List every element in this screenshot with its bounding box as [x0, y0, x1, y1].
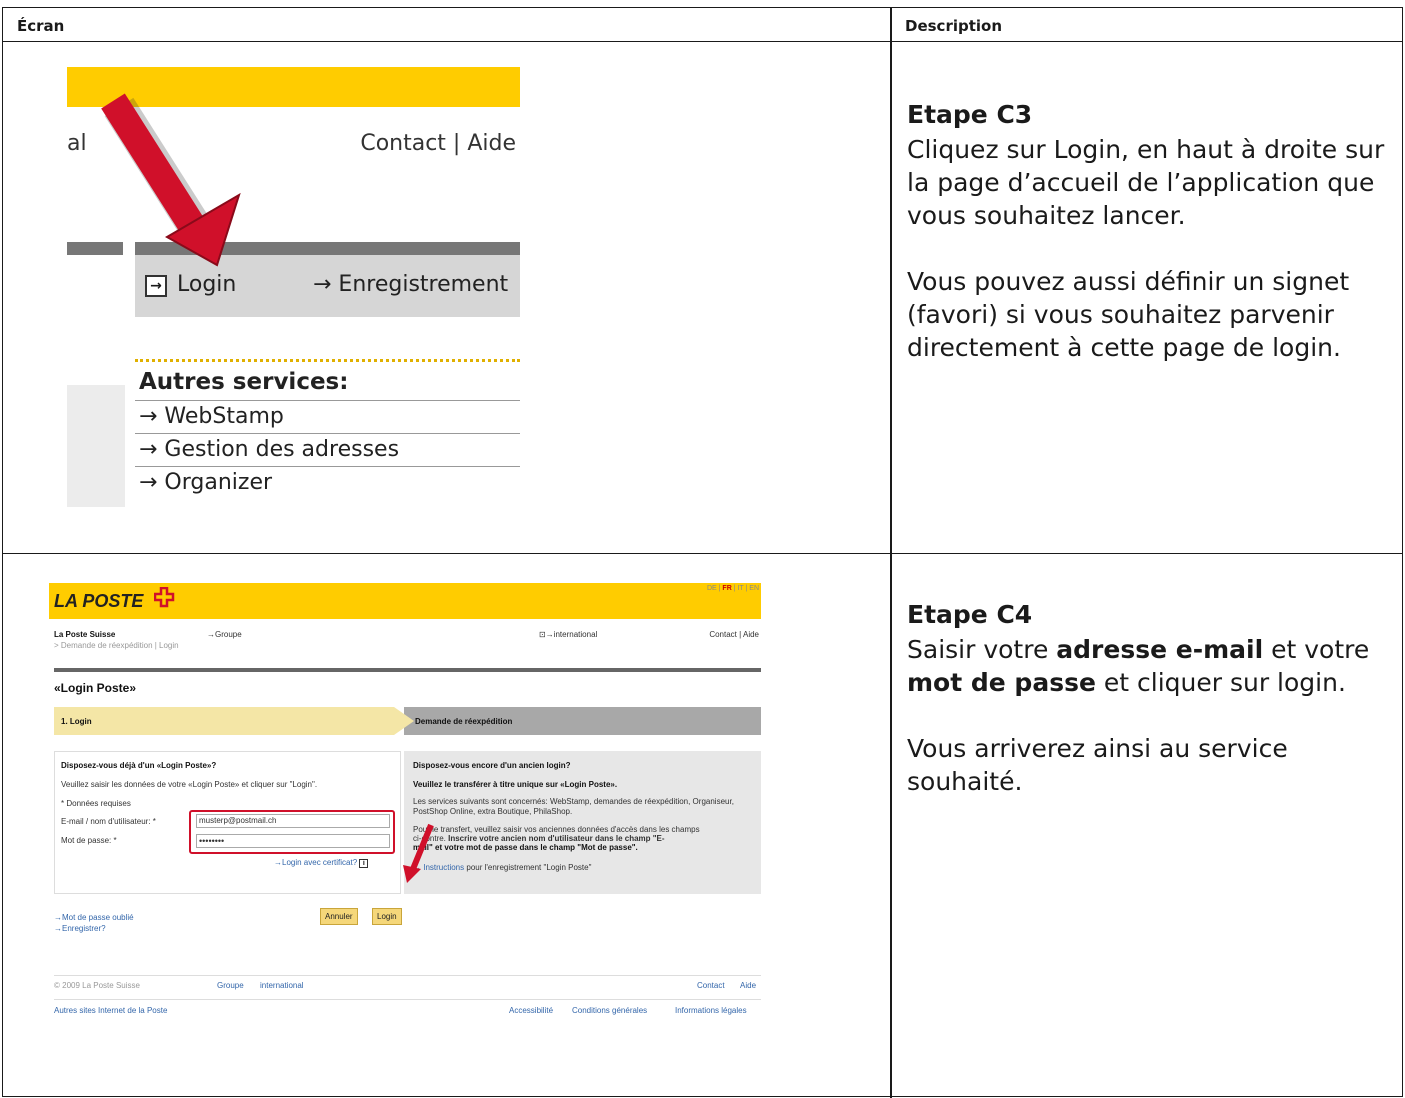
- info-icon[interactable]: i: [359, 859, 369, 868]
- language-switcher[interactable]: DE | FR | IT | EN: [707, 585, 759, 592]
- contact-help-links[interactable]: Contact | Aide: [709, 630, 759, 639]
- la-poste-logo: LA POSTE: [54, 591, 144, 611]
- footer-international-link[interactable]: international: [260, 981, 304, 990]
- step-c4-title: Etape C4: [907, 600, 1033, 629]
- footer-divider: [54, 999, 761, 1000]
- step-c3-row: al Contact | Aide → Login → Enregistreme…: [3, 42, 1402, 554]
- required-note: * Données requises: [61, 799, 131, 808]
- step-c3-description: Etape C3 Cliquez sur Login, en haut à dr…: [907, 98, 1397, 397]
- breadcrumb: > Demande de réexpédition | Login: [54, 641, 179, 650]
- footer-help-link[interactable]: Aide: [740, 981, 756, 990]
- password-field[interactable]: ••••••••: [196, 834, 390, 848]
- step-chevron: [394, 707, 414, 735]
- step-c3-text-1: Cliquez sur Login, en haut à droite sur …: [907, 135, 1385, 230]
- la-poste-login-screenshot: LA POSTE DE | FR | IT | EN La Poste Suis…: [49, 583, 761, 1015]
- red-pointer-arrow-icon: [403, 823, 434, 883]
- other-sites-link[interactable]: Autres sites Internet de la Poste: [54, 1006, 167, 1015]
- column-divider: [890, 554, 892, 1098]
- forgot-password-link[interactable]: →Mot de passe oublié: [54, 913, 134, 922]
- legacy-transfer-text: ci-contre. Inscrire votre ancien nom d'u…: [413, 834, 665, 843]
- step-c4-text-1: Saisir votre adresse e-mail et votre mot…: [907, 635, 1370, 697]
- column-divider: [890, 8, 892, 41]
- international-link[interactable]: ⊡→international: [539, 630, 597, 639]
- legacy-services-text: Les services suivants sont concernés: We…: [413, 797, 734, 816]
- step-c4-row: LA POSTE DE | FR | IT | EN La Poste Suis…: [3, 554, 1402, 1098]
- register-link[interactable]: →Enregistrer?: [54, 924, 106, 933]
- legacy-login-panel: [404, 751, 761, 894]
- email-label: E-mail / nom d'utilisateur: *: [61, 817, 156, 826]
- step-c3-title: Etape C3: [907, 100, 1033, 129]
- groupe-link[interactable]: →Groupe: [207, 630, 242, 639]
- certificate-login-link[interactable]: →Login avec certificat? i: [274, 858, 369, 868]
- legacy-transfer-text: Pour le transfert, veuillez saisir vos a…: [413, 825, 700, 834]
- legacy-panel-heading: Disposez-vous encore d'un ancien login?: [413, 761, 571, 770]
- step-indicator-active: [54, 707, 394, 735]
- step-2-label: Demande de réexpédition: [415, 717, 513, 726]
- login-panel-intro: Veuillez saisir les données de votre «Lo…: [61, 780, 318, 789]
- column-header-screen: Écran: [17, 17, 65, 35]
- login-link-screenshot: al Contact | Aide → Login → Enregistreme…: [67, 67, 520, 507]
- legacy-panel-bold: Veuillez le transférer à titre unique su…: [413, 780, 618, 789]
- login-button[interactable]: Login: [372, 908, 402, 925]
- cancel-button[interactable]: Annuler: [320, 908, 358, 925]
- step-c4-text-2: Vous arriverez ainsi au service souhaité…: [907, 734, 1288, 796]
- terms-link[interactable]: Conditions générales: [572, 1006, 647, 1015]
- legal-info-link[interactable]: Informations légales: [675, 1006, 747, 1015]
- email-field[interactable]: musterp@postmail.ch: [196, 814, 390, 828]
- footer-copyright: © 2009 La Poste Suisse: [54, 981, 140, 990]
- legacy-transfer-text: mail" et votre mot de passe dans le cham…: [413, 843, 638, 852]
- swiss-cross-logo-icon: [154, 587, 175, 608]
- step-1-label: 1. Login: [61, 717, 92, 726]
- brand-link[interactable]: La Poste Suisse: [54, 630, 115, 639]
- step-c4-description: Etape C4 Saisir votre adresse e-mail et …: [907, 598, 1397, 831]
- column-header-description: Description: [905, 17, 1003, 35]
- footer-divider: [54, 975, 761, 976]
- column-divider: [890, 42, 892, 553]
- gray-separator: [54, 668, 761, 672]
- footer-contact-link[interactable]: Contact: [697, 981, 725, 990]
- table-header-row: Écran Description: [3, 8, 1402, 42]
- page-title: «Login Poste»: [54, 681, 137, 695]
- step-c3-text-2: Vous pouvez aussi définir un signet (fav…: [907, 267, 1350, 362]
- document-table: Écran Description al Contact | Aide → Lo…: [2, 7, 1403, 1098]
- footer-groupe-link[interactable]: Groupe: [217, 981, 244, 990]
- accessibility-link[interactable]: Accessibilité: [509, 1006, 553, 1015]
- login-panel-heading: Disposez-vous déjà d'un «Login Poste»?: [61, 761, 217, 770]
- instructions-text: → Instructions pour l'enregistrement "Lo…: [413, 863, 592, 872]
- password-label: Mot de passe: *: [61, 836, 117, 845]
- red-pointer-arrow-icon: [101, 93, 241, 267]
